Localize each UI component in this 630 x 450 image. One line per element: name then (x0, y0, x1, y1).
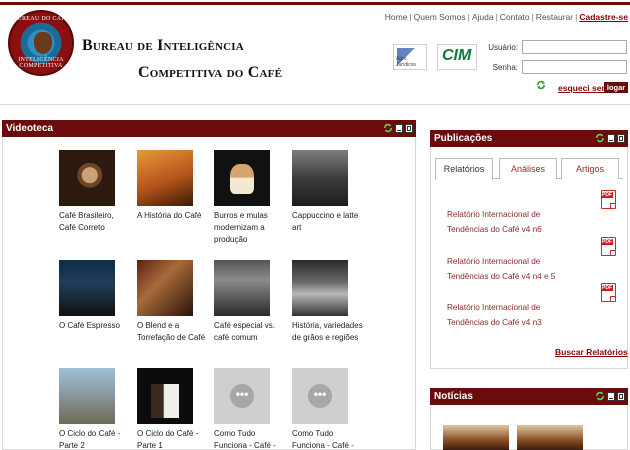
password-label: Senha: (492, 63, 518, 72)
video-item[interactable]: ••• Como Tudo Funciona - Café - Parte 5 … (214, 368, 286, 450)
video-title[interactable]: Cappuccino e latte art (292, 210, 364, 234)
video-thumbnail[interactable]: ••• (214, 368, 270, 424)
noticias-tools (595, 391, 625, 401)
more-icon: ••• (308, 384, 332, 408)
videoteca-minimize-icon[interactable] (395, 123, 403, 133)
publicacoes-minimize-icon[interactable] (607, 133, 615, 143)
pdf-icon[interactable] (601, 190, 616, 209)
bureau-logo[interactable]: BUREAU DO CAFÉ INTELIGÊNCIA COMPETITIVA (8, 10, 74, 76)
tab-relatorios[interactable]: Relatórios (435, 158, 493, 180)
publicacoes-tools (595, 133, 625, 143)
noticias-title: Notícias (434, 391, 473, 402)
publicacoes-title: Publicações (434, 133, 493, 144)
publicacoes-tabs: Relatórios Análises Artigos (435, 158, 623, 180)
video-item[interactable]: O Café Espresso (59, 260, 131, 332)
video-thumbnail[interactable] (137, 150, 193, 206)
news-thumbnail[interactable] (517, 425, 583, 450)
top-navigation: Home | Quem Somos | Ajuda | Contato | Restaurar |… (384, 12, 628, 22)
refresh-icon[interactable] (536, 80, 546, 90)
video-title[interactable]: O Ciclo do Café - Parte 2 (59, 428, 131, 450)
user-label: Usuário: (488, 43, 518, 52)
brand-title-line2: Competitiva do Café (138, 64, 283, 81)
video-item[interactable]: O Blend e a Torrefação de Café (137, 260, 209, 344)
video-item[interactable]: História, variedades de grãos e regiões (292, 260, 364, 344)
video-item[interactable]: Cappuccino e latte art (292, 150, 364, 234)
report-title[interactable]: Relatório Internacional de Tendências do… (447, 207, 567, 237)
video-title[interactable]: Como Tudo Funciona - Café - Parte 5 (Fin… (214, 428, 286, 450)
nav-link-restaurar[interactable]: Restaurar (536, 12, 573, 22)
nav-link-home[interactable]: Home (385, 12, 408, 22)
videoteca-maximize-icon[interactable] (405, 123, 413, 133)
videoteca-title: Videoteca (6, 123, 54, 134)
noticias-minimize-icon[interactable] (607, 391, 615, 401)
videoteca-tools (383, 123, 413, 133)
video-item[interactable]: O Ciclo do Café - Parte 2 (59, 368, 131, 450)
video-title[interactable]: A História do Café (137, 210, 209, 222)
logo-bottom-text: INTELIGÊNCIA COMPETITIVA (18, 57, 64, 69)
publicacoes-body: Relatórios Análises Artigos Relatório In… (430, 147, 628, 369)
video-title[interactable]: O Ciclo do Café - Parte 1 (137, 428, 209, 450)
partner-agro-label: Agro Jurídicos (396, 56, 417, 68)
partner-cim-label: CIM (442, 47, 472, 64)
news-thumbnail[interactable] (443, 425, 509, 450)
more-icon: ••• (230, 384, 254, 408)
videoteca-refresh-icon[interactable] (383, 123, 393, 133)
video-thumbnail[interactable] (214, 150, 270, 206)
publicacoes-maximize-icon[interactable] (617, 133, 625, 143)
partner-logo-cim[interactable]: CIM (437, 44, 477, 70)
register-link[interactable]: Cadastre-se (579, 12, 628, 22)
video-item[interactable]: Burros e mulas modernizam a produção (214, 150, 286, 246)
video-thumbnail[interactable] (137, 368, 193, 424)
videoteca-body: Café Brasileiro, Café Correto A História… (2, 137, 416, 450)
video-item[interactable]: O Ciclo do Café - Parte 1 (137, 368, 209, 450)
video-title[interactable]: História, variedades de grãos e regiões (292, 320, 364, 344)
search-reports-link[interactable]: Buscar Relatórios (555, 347, 628, 357)
video-item[interactable]: Café Brasileiro, Café Correto (59, 150, 131, 234)
report-title[interactable]: Relatório Internacional de Tendências do… (447, 300, 567, 330)
partner-logo-agro[interactable]: Agro Jurídicos (393, 44, 427, 70)
video-thumbnail[interactable] (137, 260, 193, 316)
nav-link-quem-somos[interactable]: Quem Somos (414, 12, 466, 22)
video-thumbnail[interactable] (59, 150, 115, 206)
report-title[interactable]: Relatório Internacional de Tendências do… (447, 254, 567, 284)
video-thumbnail[interactable] (214, 260, 270, 316)
login-button[interactable]: logar (604, 82, 628, 93)
publicacoes-header: Publicações (430, 130, 628, 147)
video-thumbnail[interactable]: ••• (292, 368, 348, 424)
video-title[interactable]: Café Brasileiro, Café Correto (59, 210, 131, 234)
video-title[interactable]: O Café Espresso (59, 320, 131, 332)
noticias-refresh-icon[interactable] (595, 391, 605, 401)
video-title[interactable]: Burros e mulas modernizam a produção (214, 210, 286, 246)
video-item[interactable]: Café especial vs. café comum (214, 260, 286, 344)
video-item[interactable]: A História do Café (137, 150, 209, 222)
report-item[interactable]: Relatório Internacional de Tendências do… (447, 237, 622, 284)
tab-analises[interactable]: Análises (499, 158, 557, 179)
nav-link-contato[interactable]: Contato (500, 12, 530, 22)
noticias-maximize-icon[interactable] (617, 391, 625, 401)
noticias-header: Notícias (430, 388, 628, 405)
noticias-body (430, 405, 628, 450)
video-title[interactable]: Como Tudo Funciona - Café - Parte 4 (292, 428, 364, 450)
pdf-icon[interactable] (601, 237, 616, 256)
video-thumbnail[interactable] (59, 368, 115, 424)
pdf-icon[interactable] (601, 283, 616, 302)
videoteca-header: Videoteca (2, 120, 416, 137)
video-thumbnail[interactable] (59, 260, 115, 316)
coffee-emblem-icon (34, 32, 52, 54)
publicacoes-refresh-icon[interactable] (595, 133, 605, 143)
brand-title-line1: Bureau de Inteligência (82, 37, 244, 54)
video-item[interactable]: ••• Como Tudo Funciona - Café - Parte 4 (292, 368, 364, 450)
video-thumbnail[interactable] (292, 150, 348, 206)
report-item[interactable]: Relatório Internacional de Tendências do… (447, 283, 622, 330)
video-title[interactable]: O Blend e a Torrefação de Café (137, 320, 209, 344)
password-input[interactable] (522, 60, 627, 74)
report-item[interactable]: Relatório Internacional de Tendências do… (447, 190, 622, 237)
nav-link-ajuda[interactable]: Ajuda (472, 12, 494, 22)
user-input[interactable] (522, 40, 627, 54)
site-header: BUREAU DO CAFÉ INTELIGÊNCIA COMPETITIVA … (0, 5, 630, 105)
video-thumbnail[interactable] (292, 260, 348, 316)
tab-artigos[interactable]: Artigos (561, 158, 619, 179)
logo-top-text: BUREAU DO CAFÉ (13, 16, 69, 22)
video-title[interactable]: Café especial vs. café comum (214, 320, 286, 344)
